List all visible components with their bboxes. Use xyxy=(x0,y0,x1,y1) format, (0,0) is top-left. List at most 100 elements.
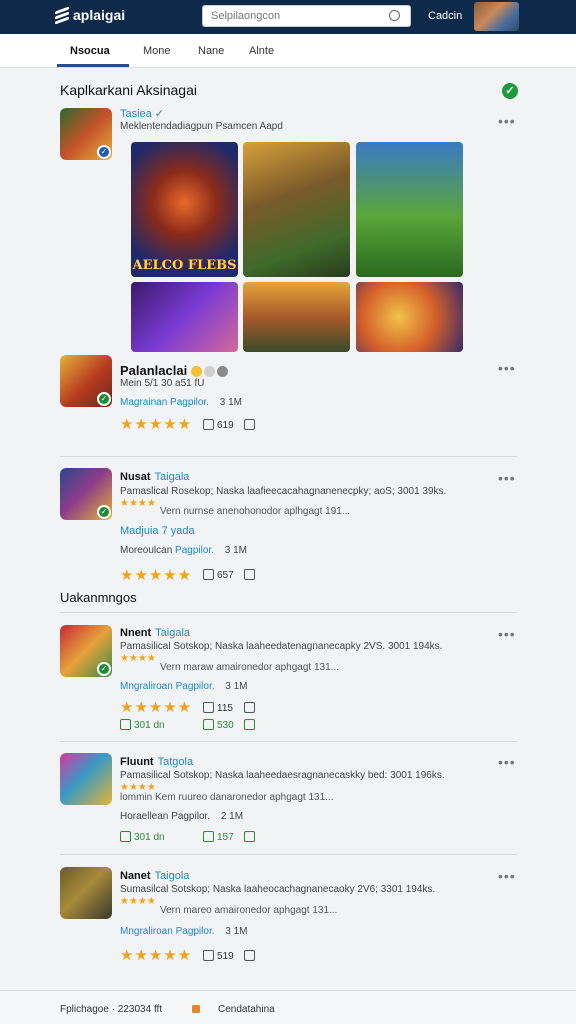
app-meta: Moreoulcan Pagpilor. 3 1M xyxy=(120,545,247,556)
footer-right-link[interactable]: Cendatahina xyxy=(218,1004,275,1015)
more-options-icon[interactable]: ••• xyxy=(498,470,516,486)
share-icon xyxy=(244,702,255,713)
logo-icon xyxy=(55,6,69,25)
publisher-link[interactable]: Magrainan Pagpilor. xyxy=(120,397,209,408)
app-icon[interactable]: ✓ xyxy=(60,355,112,407)
tab-alnte[interactable]: Alnte xyxy=(249,45,274,57)
rating-stars: ★★★★★ xyxy=(120,567,193,584)
active-tab-indicator xyxy=(57,64,129,67)
app-icon[interactable]: ✓ xyxy=(60,625,112,677)
screenshot-1-title: AELCO FLEBS xyxy=(132,258,237,273)
like-count[interactable]: 519 xyxy=(203,950,234,962)
app-icon[interactable]: ✓ xyxy=(60,468,112,520)
rating-stars: ★★★★★ xyxy=(120,416,193,433)
more-options-icon[interactable]: ••• xyxy=(498,113,516,129)
app-desc: Pamasilical Sotskop; Naska laaheedatenag… xyxy=(120,641,443,652)
sub-link[interactable]: Madjuia 7 yada xyxy=(120,525,195,537)
section-title-2: Uakanmngos xyxy=(60,590,137,605)
publisher-link[interactable]: Mngraliroan Pagpilor. xyxy=(120,681,215,692)
screenshot-3[interactable] xyxy=(356,142,463,277)
app-icon[interactable] xyxy=(60,867,112,919)
section-title-featured: Kaplkarkani Aksinagai xyxy=(60,82,197,98)
app-desc-2: Vern mareo amaironedor aphgagt 131... xyxy=(160,905,338,916)
publisher-link[interactable]: Pagpilor. xyxy=(175,545,214,556)
screenshot-1[interactable]: AELCO FLEBS xyxy=(131,142,238,277)
app-desc: Pamaslical Rosekop; Naska laafieecacahag… xyxy=(120,486,447,497)
logo-text: aplaigai xyxy=(73,7,126,23)
app-meta: Mngraliroan Pagpilor. 3 1M xyxy=(120,681,248,692)
avatar[interactable] xyxy=(474,2,519,31)
verified-check-icon: ✓ xyxy=(502,83,518,99)
thumbs-up-icon xyxy=(203,702,214,713)
thumbs-up-icon xyxy=(120,719,131,730)
verified-badge-icon: ✓ xyxy=(97,392,111,406)
app-desc-2: Vern maraw amaironedor aphgagt 131... xyxy=(160,662,339,673)
account-link[interactable]: Cadcin xyxy=(428,10,462,22)
app-meta: Magrainan Pagpilor. 3 1M xyxy=(120,397,242,408)
thumbs-up-icon xyxy=(203,419,214,430)
featured-app-name[interactable]: Tasiea ✓ xyxy=(120,107,164,120)
share-button[interactable] xyxy=(244,569,258,581)
divider xyxy=(60,612,517,613)
search-input[interactable] xyxy=(203,6,378,26)
share-button[interactable] xyxy=(244,719,258,731)
app-name[interactable]: Nusat Taigala xyxy=(120,471,189,483)
share-icon xyxy=(244,569,255,580)
thumbs-up-icon xyxy=(203,831,214,842)
share-icon xyxy=(244,950,255,961)
green-count[interactable]: 530 xyxy=(203,719,234,731)
app-name[interactable]: Nanet Taigola xyxy=(120,870,189,882)
green-count[interactable]: 157 xyxy=(203,831,234,843)
featured-app-icon[interactable]: ✓ xyxy=(60,108,112,160)
green-like-count[interactable]: 301 dn xyxy=(120,719,165,731)
app-name[interactable]: Nnent Taigala xyxy=(120,627,190,639)
more-options-icon[interactable]: ••• xyxy=(498,754,516,770)
top-bar: aplaigai Cadcin xyxy=(0,0,576,34)
verified-badge-icon: ✓ xyxy=(97,145,111,159)
more-options-icon[interactable]: ••• xyxy=(498,626,516,642)
screenshot-5[interactable] xyxy=(243,282,350,352)
app-desc: Sumasilcal Sotskop; Naska laaheocachagna… xyxy=(120,884,436,895)
footer: Fplichagoe · 223034 fft Cendatahina xyxy=(0,990,576,1024)
divider xyxy=(60,456,517,457)
like-count[interactable]: 657 xyxy=(203,569,234,581)
like-count[interactable]: 619 xyxy=(203,419,234,431)
more-options-icon[interactable]: ••• xyxy=(498,360,516,376)
app-subtitle: Mein 5/1 30 a51 fU xyxy=(120,378,205,389)
tab-bar: Nsocua Mone Nane Alnte xyxy=(0,34,576,68)
more-options-icon[interactable]: ••• xyxy=(498,868,516,884)
mini-rating-stars: ★★★★ xyxy=(120,896,156,907)
publisher-link[interactable]: Mngraliroan Pagpilor. xyxy=(120,926,215,937)
verified-tick-icon: ✓ xyxy=(154,108,165,120)
mini-rating-stars: ★★★★ xyxy=(120,498,156,509)
share-icon xyxy=(244,719,255,730)
screenshot-4[interactable] xyxy=(131,282,238,352)
thumbs-up-icon xyxy=(120,831,131,842)
tab-nane[interactable]: Nane xyxy=(198,45,224,57)
app-desc-2: lommin Kem ruureo danaronedor aphgagt 13… xyxy=(120,792,334,803)
screenshot-6[interactable] xyxy=(356,282,463,352)
app-meta: Mngraliroan Pagpilor. 3 1M xyxy=(120,926,248,937)
like-count[interactable]: 115 xyxy=(203,702,233,714)
rating-stars: ★★★★★ xyxy=(120,699,193,716)
share-button[interactable] xyxy=(244,419,258,431)
featured-app-desc: Meklentendadiagpun Psamcen Aapd xyxy=(120,121,283,132)
app-name[interactable]: Fluunt Tatgola xyxy=(120,756,193,768)
search-icon[interactable] xyxy=(389,10,400,21)
share-button[interactable] xyxy=(244,950,258,962)
footer-left-link[interactable]: Fplichagoe · 223034 fft xyxy=(60,1004,162,1015)
tab-nsocua[interactable]: Nsocua xyxy=(70,45,110,57)
share-button[interactable] xyxy=(244,702,258,714)
footer-flag-icon xyxy=(192,1005,200,1013)
logo[interactable]: aplaigai xyxy=(55,6,126,25)
screenshot-2[interactable] xyxy=(243,142,350,277)
share-button[interactable] xyxy=(244,831,258,843)
thumbs-up-icon xyxy=(203,719,214,730)
tab-mone[interactable]: Mone xyxy=(143,45,171,57)
search-box[interactable] xyxy=(202,5,411,27)
divider xyxy=(60,854,517,855)
app-desc-2: Vern nurnse anenohonodor aplhgagt 191... xyxy=(160,506,351,517)
app-meta: Horaellean Pagpilor. 2 1M xyxy=(120,811,244,822)
app-icon[interactable] xyxy=(60,753,112,805)
green-like-count[interactable]: 301 dn xyxy=(120,831,165,843)
